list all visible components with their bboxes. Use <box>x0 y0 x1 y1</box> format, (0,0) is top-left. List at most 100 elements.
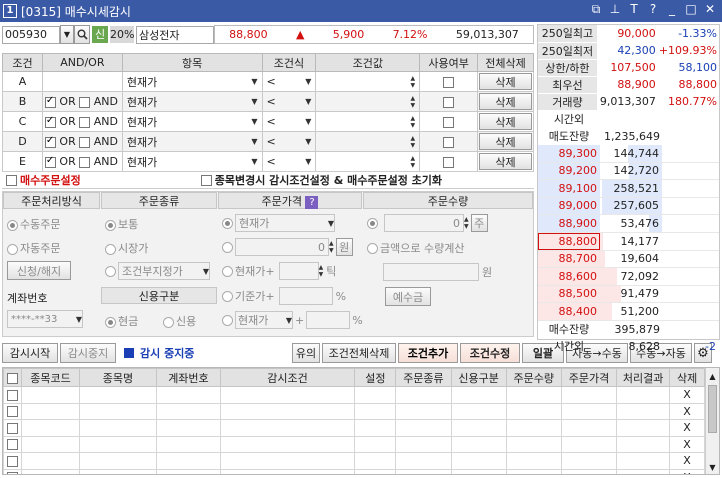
bid-row[interactable]: 88,600 72,092 <box>538 267 719 286</box>
amount-radio[interactable]: 금액으로 수량계산 <box>367 240 464 256</box>
price-select-radio[interactable]: 현재가 ▼ +% <box>222 311 363 329</box>
row-delete-button[interactable]: X <box>669 435 705 453</box>
close-icon[interactable]: ✕ <box>704 2 716 17</box>
ask-row[interactable]: 89,100 258,521 <box>538 179 719 198</box>
restore-icon[interactable]: ⧉ <box>590 2 602 17</box>
ask-price[interactable]: 89,300 <box>538 144 600 163</box>
grid-col-delete: 삭제 <box>669 368 705 387</box>
stat-row: 250일최고 90,000 -1.33% <box>538 25 719 43</box>
delete-all-button[interactable]: 조건전체삭제 <box>322 343 396 363</box>
conditional-radio[interactable]: 조건부지정가 ▼ <box>105 262 210 280</box>
bid-row[interactable]: 88,500 91,479 <box>538 285 719 303</box>
bid-price[interactable]: 88,600 <box>538 267 600 286</box>
auto-order-radio[interactable]: 자동주문 <box>7 240 60 256</box>
table-row[interactable]: X <box>3 452 705 470</box>
account-select[interactable]: ****-**33 ▼ <box>7 310 83 328</box>
normal-radio[interactable]: 보통 <box>105 216 138 232</box>
stat-value-1: 9,013,307 <box>599 95 656 108</box>
table-row[interactable]: X <box>3 402 705 420</box>
price-tick-radio[interactable]: 현재가+ ▲ ▼ 틱 <box>222 262 336 280</box>
ask-price[interactable]: 88,900 <box>538 214 600 233</box>
price-current-radio[interactable]: 현재가 ▼ <box>222 214 335 232</box>
and-checkbox <box>79 136 91 148</box>
delete-button[interactable]: 삭제 <box>479 133 532 150</box>
bid-qty: 19,604 <box>600 250 662 268</box>
buy-order-checkbox[interactable] <box>6 174 17 186</box>
add-condition-button[interactable]: 조건추가 <box>398 343 458 363</box>
status-indicator <box>124 348 134 358</box>
table-row[interactable]: X <box>3 468 705 474</box>
delete-button[interactable]: 삭제 <box>479 153 532 170</box>
ask-price[interactable]: 89,000 <box>538 197 600 215</box>
stop-watch-button[interactable]: 감시중지 <box>60 343 116 363</box>
stock-name: 삼성전자 <box>136 25 214 44</box>
stat-label: 상한/하한 <box>538 59 597 77</box>
qty-radio[interactable]: 0 ▲ ▼ 주 <box>367 214 488 232</box>
row-delete-button[interactable]: X <box>669 419 705 437</box>
minimize-icon[interactable]: _ <box>666 2 678 17</box>
condition-row-e: E OR AND 현재가▼ <▼ ▲▼ 삭제 <box>2 151 534 172</box>
bid-price[interactable]: 88,700 <box>538 250 600 268</box>
ask-row[interactable]: 89,000 257,605 <box>538 197 719 215</box>
delete-button[interactable]: 삭제 <box>479 113 532 130</box>
row-delete-button[interactable]: X <box>669 452 705 470</box>
row-delete-button[interactable]: X <box>669 402 705 420</box>
bid-row[interactable]: 88,400 51,200 <box>538 302 719 321</box>
deposit-button[interactable]: 예수금 <box>385 287 431 306</box>
manual-order-radio[interactable]: 수동주문 <box>7 216 60 232</box>
price-specified-radio[interactable]: 0 ▲ ▼ 원 <box>222 238 353 256</box>
ask-price[interactable]: 89,200 <box>538 162 600 180</box>
grid-col-credit: 신용구분 <box>450 368 507 387</box>
stat-value-1: 107,500 <box>610 61 656 74</box>
grid-scrollbar[interactable]: ▲ ▼ <box>705 368 719 474</box>
grid-col-price: 주문가격 <box>560 368 618 387</box>
chevron-down-icon: ▼ <box>285 315 292 325</box>
table-row[interactable]: X <box>3 386 705 404</box>
start-watch-button[interactable]: 감시시작 <box>2 343 58 363</box>
table-row[interactable]: X <box>3 419 705 437</box>
delete-button[interactable]: 삭제 <box>479 93 532 110</box>
bid-price[interactable]: 88,800 <box>538 232 600 251</box>
row-delete-button[interactable]: X <box>669 386 705 404</box>
bid-price[interactable]: 88,500 <box>538 285 600 303</box>
ask-row[interactable]: 89,200 142,720 <box>538 162 719 180</box>
ask-row[interactable]: 88,900 53,476 <box>538 214 719 233</box>
or-checkbox <box>44 115 56 128</box>
market-radio[interactable]: 시장가 <box>105 240 148 256</box>
bid-row[interactable]: 88,800 14,177 <box>538 232 719 251</box>
pin-icon[interactable]: ⊥ <box>609 2 621 17</box>
stock-code-input[interactable]: 005930 <box>2 25 60 44</box>
col-delete-all[interactable]: 전체삭제 <box>477 53 534 72</box>
bid-total: 395,879 <box>614 322 661 336</box>
code-dropdown-icon[interactable]: ▼ <box>60 25 74 44</box>
price-base-radio[interactable]: 기준가+% <box>222 287 346 305</box>
window-number-badge: 1 <box>3 4 17 18</box>
bid-price[interactable]: 88,400 <box>538 302 600 321</box>
search-icon[interactable] <box>74 25 90 44</box>
row-delete-button[interactable]: X <box>669 468 705 474</box>
scroll-thumb <box>708 385 717 433</box>
register-button[interactable]: 신청/해지 <box>7 261 71 280</box>
table-row[interactable]: X <box>3 435 705 453</box>
ask-row[interactable]: 89,300 144,744 <box>538 144 719 163</box>
ask-price[interactable]: 89,100 <box>538 179 600 198</box>
col-andor: AND/OR <box>41 53 123 72</box>
stat-row: 상한/하한 107,500 58,100 <box>538 59 719 77</box>
stat-label: 250일최저 <box>538 42 597 60</box>
credit-radio[interactable]: 신용 <box>163 313 196 329</box>
bid-row[interactable]: 88,700 19,604 <box>538 250 719 268</box>
amount-input[interactable]: 원 <box>383 263 492 281</box>
edit-condition-button[interactable]: 조건수정 <box>460 343 520 363</box>
caution-button[interactable]: 유의 <box>292 343 320 363</box>
window-title: [0315] 매수시세감시 <box>21 4 131 19</box>
text-icon[interactable]: T <box>628 2 640 17</box>
ask-qty: 142,720 <box>600 162 662 180</box>
maximize-icon[interactable]: □ <box>685 2 697 17</box>
delete-button[interactable]: 삭제 <box>479 73 532 90</box>
condition-row-b: B OR AND 현재가▼ <▼ ▲▼ 삭제 <box>2 91 534 112</box>
chevron-down-icon: ▼ <box>305 157 312 166</box>
reset-checkbox[interactable] <box>200 174 212 186</box>
row-checkbox <box>7 439 19 451</box>
help-icon[interactable]: ? <box>647 2 659 17</box>
cash-radio[interactable]: 현금 <box>105 313 138 329</box>
